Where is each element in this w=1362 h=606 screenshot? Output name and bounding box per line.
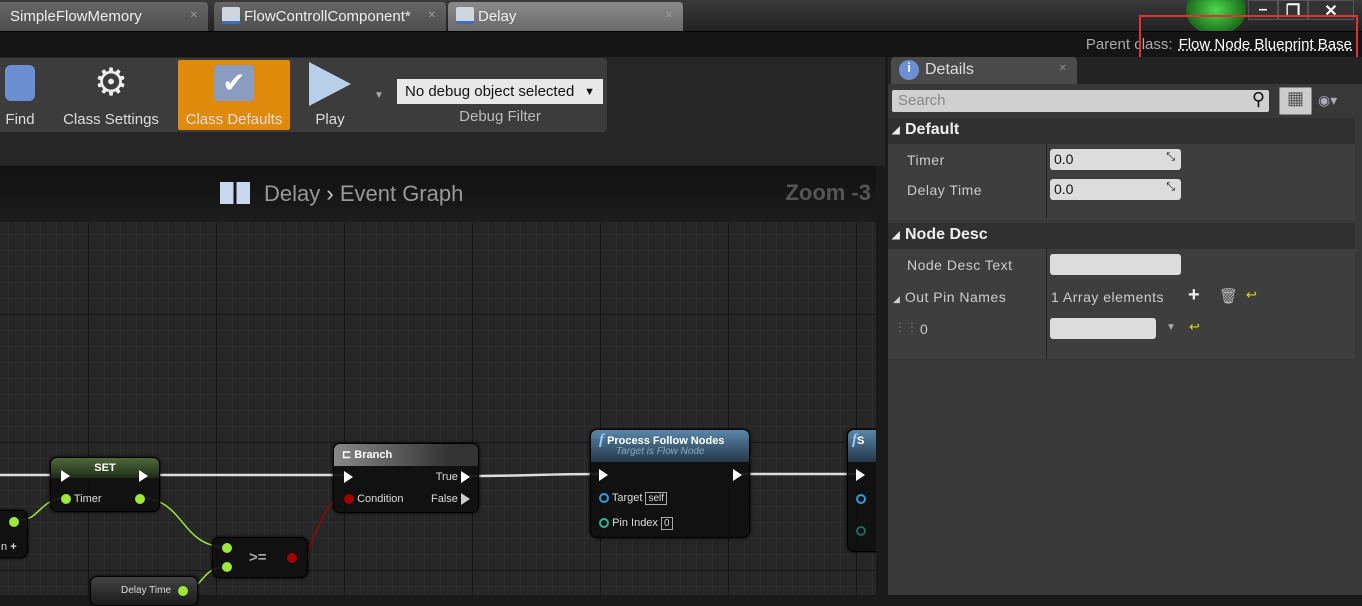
exec-false-pin[interactable] xyxy=(461,493,470,506)
bool-out-pin[interactable] xyxy=(287,553,297,563)
add-pin-icon[interactable]: + xyxy=(10,541,16,553)
category-node-desc[interactable]: ◢ Node Desc xyxy=(888,223,1355,249)
exec-in-pin[interactable] xyxy=(61,470,70,482)
search-placeholder: Search xyxy=(898,92,946,109)
exec-in-pin[interactable] xyxy=(344,471,353,483)
out-pin-name-0-input[interactable] xyxy=(1050,318,1156,339)
int-pin[interactable] xyxy=(856,526,866,536)
delay-time-getter[interactable]: Delay Time xyxy=(90,576,198,606)
bool-pin[interactable] xyxy=(344,494,354,505)
partial-node-left[interactable]: n + xyxy=(0,510,28,558)
pin-label: Pin Index xyxy=(612,517,658,529)
node-desc-text-label: Node Desc Text xyxy=(907,257,1013,273)
float-pin[interactable] xyxy=(61,494,71,505)
delay-time-value: 0.0 xyxy=(1054,181,1074,197)
exec-in-pin[interactable] xyxy=(599,469,608,481)
object-pin[interactable] xyxy=(599,493,609,504)
details-tab[interactable]: i Details ✕ xyxy=(891,57,1077,84)
details-search-input[interactable]: Search ⚲ xyxy=(892,89,1269,112)
greater-equal-node[interactable]: >= xyxy=(212,537,308,578)
node-title: Branch xyxy=(354,449,393,461)
add-element-icon[interactable]: + xyxy=(1188,284,1200,307)
object-pin[interactable] xyxy=(856,494,866,504)
operator-label: >= xyxy=(249,549,267,566)
timer-input[interactable]: 0.0 ⤡ xyxy=(1050,149,1181,170)
category-title: Default xyxy=(905,121,960,138)
details-tab-label: Details xyxy=(925,61,974,78)
reset-icon[interactable]: ↩ xyxy=(1246,287,1257,303)
exec-in-pin[interactable] xyxy=(856,469,865,481)
function-icon: f xyxy=(599,432,604,448)
int-pin[interactable] xyxy=(599,518,609,529)
drag-handle-icon[interactable]: ⋮⋮ xyxy=(894,320,918,334)
array-index-label: 0 xyxy=(920,321,929,337)
exec-out-pin[interactable] xyxy=(733,469,742,481)
column-divider[interactable] xyxy=(1046,249,1047,359)
pin-label: True xyxy=(435,471,458,483)
splitter[interactable] xyxy=(876,166,888,595)
array-count: 1 Array elements xyxy=(1051,289,1165,305)
branch-icon: ⊏ xyxy=(342,449,352,461)
pin-index-input[interactable]: 0 xyxy=(660,517,673,530)
category-title: Node Desc xyxy=(905,226,988,243)
pin-label: False xyxy=(431,493,458,505)
pin-label: Delay Time xyxy=(121,585,172,596)
node-title: S xyxy=(857,435,865,447)
drag-icon: ⤡ xyxy=(1166,181,1175,193)
trash-icon[interactable]: 🗑 xyxy=(1219,287,1238,305)
info-icon: i xyxy=(899,60,919,80)
exec-out-pin[interactable] xyxy=(139,470,148,482)
float-out-pin[interactable] xyxy=(135,494,145,504)
out-pin-names-row[interactable]: ◢ Out Pin Names xyxy=(893,289,1006,305)
node-desc-text-input[interactable] xyxy=(1050,254,1181,275)
branch-node[interactable]: ⊏ Branch True Condition False xyxy=(333,443,479,513)
node-subtitle: Target is Flow Node xyxy=(616,446,705,457)
drag-icon: ⤡ xyxy=(1166,151,1175,163)
pin-label: Target xyxy=(611,492,643,504)
timer-label: Timer xyxy=(907,152,945,168)
delay-time-label: Delay Time xyxy=(907,182,983,198)
set-node[interactable]: SET Timer xyxy=(50,457,160,512)
reset-icon[interactable]: ↩ xyxy=(1189,319,1200,335)
float-pin-b[interactable] xyxy=(222,562,232,572)
target-default[interactable]: self xyxy=(645,492,667,505)
close-icon[interactable]: ✕ xyxy=(1059,63,1067,74)
view-options-icon[interactable]: ▦ xyxy=(1279,87,1312,115)
search-icon: ⚲ xyxy=(1251,89,1265,109)
column-divider[interactable] xyxy=(1046,144,1047,218)
pin-label: Timer xyxy=(73,493,102,505)
zoom-level: Zoom -3 xyxy=(785,180,871,205)
process-follow-nodes-node[interactable]: f Process Follow Nodes Target is Flow Nod… xyxy=(590,429,750,538)
collapse-icon: ◢ xyxy=(892,230,900,241)
pin-label: n xyxy=(1,541,8,553)
eye-icon[interactable]: ◉▾ xyxy=(1318,92,1337,109)
out-pin-names-label: Out Pin Names xyxy=(904,289,1007,305)
pin-label: Condition xyxy=(357,493,404,505)
chevron-down-icon[interactable]: ▼ xyxy=(1166,322,1176,333)
collapse-icon: ◢ xyxy=(892,125,900,136)
float-pin-a[interactable] xyxy=(222,543,232,553)
expand-icon: ◢ xyxy=(893,294,901,304)
float-pin[interactable] xyxy=(9,517,19,527)
category-default[interactable]: ◢ Default xyxy=(888,118,1355,144)
exec-true-pin[interactable] xyxy=(461,471,470,484)
timer-value: 0.0 xyxy=(1054,151,1074,167)
delay-time-input[interactable]: 0.0 ⤡ xyxy=(1050,179,1181,200)
